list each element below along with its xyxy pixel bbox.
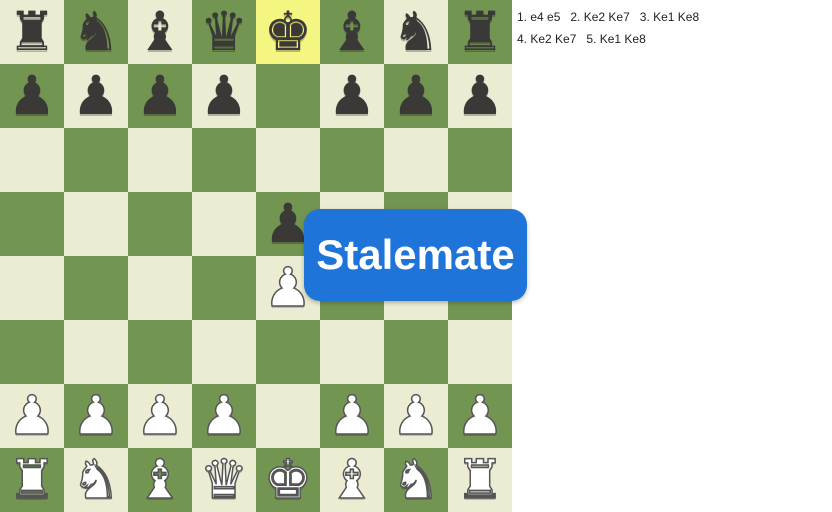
white-pawn-piece[interactable]: ♟ (448, 383, 512, 448)
square-h3[interactable] (448, 320, 512, 384)
square-a6[interactable] (0, 128, 64, 192)
square-d6[interactable] (192, 128, 256, 192)
square-c5[interactable] (128, 192, 192, 256)
black-pawn-piece[interactable]: ♟ (384, 64, 448, 128)
square-a8[interactable]: ♜ (0, 0, 64, 64)
square-e1[interactable]: ♚ (256, 447, 320, 512)
square-b2[interactable]: ♟ (64, 383, 128, 448)
square-c8[interactable]: ♝ (128, 0, 192, 64)
square-d1[interactable]: ♛ (192, 447, 256, 512)
black-pawn-piece[interactable]: ♟ (64, 64, 128, 128)
black-pawn-piece[interactable]: ♟ (128, 64, 192, 128)
square-a5[interactable] (0, 192, 64, 256)
square-c7[interactable]: ♟ (128, 64, 192, 128)
square-d8[interactable]: ♛ (192, 0, 256, 64)
black-pawn-piece[interactable]: ♟ (320, 64, 384, 128)
square-b6[interactable] (64, 128, 128, 192)
white-bishop-piece[interactable]: ♝ (320, 447, 384, 512)
white-queen-piece[interactable]: ♛ (192, 447, 256, 512)
move-list: 1. e4 e5 2. Ke2 Ke7 3. Ke1 Ke8 4. Ke2 Ke7 5.… (517, 6, 827, 50)
move-entry[interactable]: 4. Ke2 Ke7 (517, 32, 576, 46)
square-c2[interactable]: ♟ (128, 383, 192, 448)
black-king-piece[interactable]: ♚ (256, 0, 320, 64)
move-row: 1. e4 e5 2. Ke2 Ke7 3. Ke1 Ke8 (517, 6, 827, 28)
black-bishop-piece[interactable]: ♝ (128, 0, 192, 64)
square-e8[interactable]: ♚ (256, 0, 320, 64)
square-g8[interactable]: ♞ (384, 0, 448, 64)
square-f2[interactable]: ♟ (320, 383, 384, 448)
square-f8[interactable]: ♝ (320, 0, 384, 64)
square-d2[interactable]: ♟ (192, 383, 256, 448)
white-knight-piece[interactable]: ♞ (64, 447, 128, 512)
square-b4[interactable] (64, 256, 128, 320)
white-bishop-piece[interactable]: ♝ (128, 447, 192, 512)
black-bishop-piece[interactable]: ♝ (320, 0, 384, 64)
square-a1[interactable]: ♜ (0, 447, 64, 512)
white-king-piece[interactable]: ♚ (256, 447, 320, 512)
move-entry[interactable]: 1. e4 e5 (517, 10, 560, 24)
move-entry[interactable]: 2. Ke2 Ke7 (570, 10, 629, 24)
square-b7[interactable]: ♟ (64, 64, 128, 128)
square-c6[interactable] (128, 128, 192, 192)
black-rook-piece[interactable]: ♜ (448, 0, 512, 64)
square-a2[interactable]: ♟ (0, 383, 64, 448)
square-g2[interactable]: ♟ (384, 383, 448, 448)
move-entry[interactable]: 3. Ke1 Ke8 (640, 10, 699, 24)
move-entry[interactable]: 5. Ke1 Ke8 (586, 32, 645, 46)
black-rook-piece[interactable]: ♜ (0, 0, 64, 64)
square-f7[interactable]: ♟ (320, 64, 384, 128)
black-pawn-piece[interactable]: ♟ (192, 64, 256, 128)
square-g6[interactable] (384, 128, 448, 192)
black-pawn-piece[interactable]: ♟ (448, 64, 512, 128)
white-pawn-piece[interactable]: ♟ (0, 383, 64, 448)
white-rook-piece[interactable]: ♜ (448, 447, 512, 512)
square-d4[interactable] (192, 256, 256, 320)
white-rook-piece[interactable]: ♜ (0, 447, 64, 512)
square-h2[interactable]: ♟ (448, 383, 512, 448)
square-h7[interactable]: ♟ (448, 64, 512, 128)
square-b1[interactable]: ♞ (64, 447, 128, 512)
square-h6[interactable] (448, 128, 512, 192)
square-a3[interactable] (0, 320, 64, 384)
black-knight-piece[interactable]: ♞ (384, 0, 448, 64)
white-knight-piece[interactable]: ♞ (384, 447, 448, 512)
banner-text: Stalemate (316, 231, 515, 278)
square-d3[interactable] (192, 320, 256, 384)
square-d5[interactable] (192, 192, 256, 256)
square-a7[interactable]: ♟ (0, 64, 64, 128)
square-b8[interactable]: ♞ (64, 0, 128, 64)
square-e7[interactable] (256, 64, 320, 128)
white-pawn-piece[interactable]: ♟ (384, 383, 448, 448)
black-queen-piece[interactable]: ♛ (192, 0, 256, 64)
white-pawn-piece[interactable]: ♟ (128, 383, 192, 448)
square-f3[interactable] (320, 320, 384, 384)
square-d7[interactable]: ♟ (192, 64, 256, 128)
square-f6[interactable] (320, 128, 384, 192)
white-pawn-piece[interactable]: ♟ (320, 383, 384, 448)
square-f1[interactable]: ♝ (320, 447, 384, 512)
square-b5[interactable] (64, 192, 128, 256)
square-c1[interactable]: ♝ (128, 447, 192, 512)
square-h1[interactable]: ♜ (448, 447, 512, 512)
white-pawn-piece[interactable]: ♟ (64, 383, 128, 448)
move-row: 4. Ke2 Ke7 5. Ke1 Ke8 (517, 28, 827, 50)
square-c4[interactable] (128, 256, 192, 320)
square-b3[interactable] (64, 320, 128, 384)
white-pawn-piece[interactable]: ♟ (192, 383, 256, 448)
square-g1[interactable]: ♞ (384, 447, 448, 512)
square-a4[interactable] (0, 256, 64, 320)
square-g3[interactable] (384, 320, 448, 384)
black-knight-piece[interactable]: ♞ (64, 0, 128, 64)
square-e2[interactable] (256, 384, 320, 448)
square-h8[interactable]: ♜ (448, 0, 512, 64)
square-g7[interactable]: ♟ (384, 64, 448, 128)
black-pawn-piece[interactable]: ♟ (0, 64, 64, 128)
stalemate-banner: Stalemate (304, 209, 527, 301)
square-e3[interactable] (256, 320, 320, 384)
square-c3[interactable] (128, 320, 192, 384)
square-e6[interactable] (256, 128, 320, 192)
